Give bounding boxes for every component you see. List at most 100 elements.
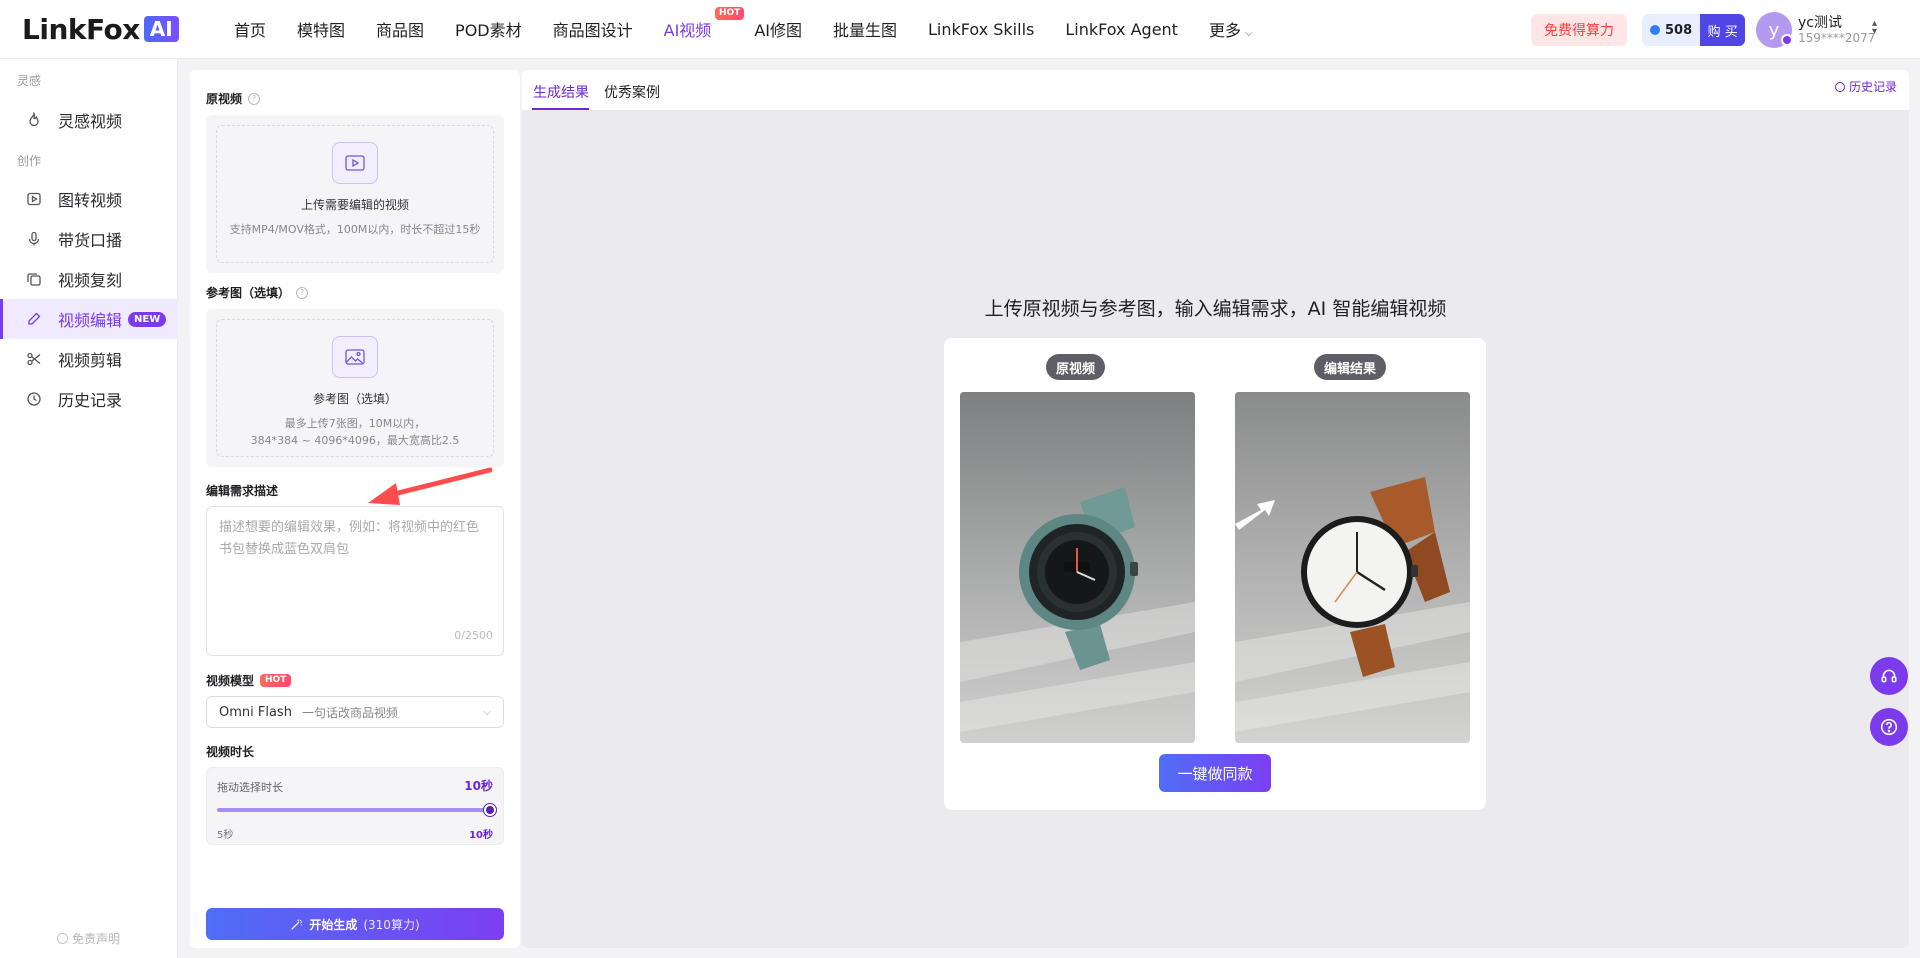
credit-widget: 508 购 买	[1642, 14, 1746, 46]
nav-batch[interactable]: 批量生图	[833, 17, 897, 41]
history-link[interactable]: 历史记录	[1834, 78, 1897, 95]
copy-icon	[25, 270, 43, 288]
make-same-button[interactable]: 一键做同款	[1159, 754, 1271, 792]
sidebar-item-video-edit[interactable]: 视频编辑 NEW	[0, 299, 178, 339]
upload-desc: 支持MP4/MOV格式，100M以内，时长不超过15秒	[229, 223, 481, 236]
nav-ai-video[interactable]: AI视频 HOT	[663, 7, 745, 41]
sidebar-group-create: 创作	[17, 154, 42, 168]
duration-value: 10秒	[464, 779, 493, 793]
clock-icon	[1834, 81, 1845, 92]
history-label: 历史记录	[1848, 80, 1897, 94]
textarea-placeholder: 描述想要的编辑效果，例如：将视频中的红色书包替换成蓝色双肩包	[219, 520, 480, 557]
nav-model-image[interactable]: 模特图	[297, 17, 345, 41]
user-menu-chevron-icon[interactable]: ▴ ▾	[1872, 19, 1877, 37]
duration-min: 5秒	[217, 830, 234, 841]
logo-ai-badge: AI	[143, 16, 179, 42]
sidebar-item-label: 视频剪辑	[58, 351, 123, 370]
char-count: 0/2500	[454, 629, 493, 642]
sidebar-group-inspiration: 灵感	[17, 74, 42, 88]
duration-slider-track[interactable]	[217, 808, 493, 812]
nav-more-label: 更多	[1208, 21, 1241, 40]
video-model-select[interactable]: Omni Flash 一句话改商品视频 ⌵	[206, 696, 504, 728]
buy-button[interactable]: 购 买	[1700, 14, 1746, 46]
upload-desc-line2: 384*384 ~ 4096*4096，最大宽高比2.5	[250, 434, 460, 447]
video-model-label: 视频模型 HOT	[206, 672, 292, 689]
before-image	[960, 392, 1195, 743]
sidebar-item-inspiration-video[interactable]: 灵感视频	[0, 100, 178, 140]
duration-hint: 拖动选择时长	[217, 781, 283, 794]
nav-pod[interactable]: POD素材	[455, 17, 522, 41]
support-button[interactable]	[1870, 657, 1908, 695]
nav-ai-video-label: AI视频	[663, 21, 712, 40]
free-credits-button[interactable]: 免费得算力	[1531, 14, 1627, 46]
nav-skills[interactable]: LinkFox Skills	[928, 20, 1034, 39]
sidebar-item-image-to-video[interactable]: 图转视频	[0, 179, 178, 219]
upload-title: 上传需要编辑的视频	[300, 198, 409, 212]
user-name[interactable]: yc测试	[1798, 12, 1842, 32]
question-icon	[1880, 718, 1898, 736]
chevron-down-icon: ⌵	[483, 706, 491, 718]
source-video-label: 原视频 ?	[206, 90, 261, 107]
help-button[interactable]	[1870, 708, 1908, 746]
logo[interactable]: LinkFox AI	[22, 12, 179, 46]
info-icon	[57, 933, 68, 944]
sidebar-item-live-selling[interactable]: 带货口播	[0, 219, 178, 259]
model-subtitle: 一句话改商品视频	[301, 705, 398, 720]
top-navbar: LinkFox AI 首页 模特图 商品图 POD素材 商品图设计 AI视频 H…	[0, 0, 1920, 59]
headset-icon	[1881, 669, 1897, 683]
sidebar-item-label: 视频复刻	[58, 271, 123, 290]
duration-max: 10秒	[469, 830, 493, 841]
video-upload-icon	[332, 142, 378, 184]
source-video-upload[interactable]: 上传需要编辑的视频 支持MP4/MOV格式，100M以内，时长不超过15秒	[206, 115, 504, 273]
clock-icon	[25, 390, 43, 408]
sidebar-item-label: 视频编辑	[58, 311, 123, 330]
new-badge: NEW	[128, 311, 167, 327]
edit-description-textarea[interactable]: 描述想要的编辑效果，例如：将视频中的红色书包替换成蓝色双肩包 0/2500	[206, 506, 504, 656]
nav-product-design[interactable]: 商品图设计	[553, 17, 633, 41]
generate-button[interactable]: 开始生成 (310算力)	[206, 908, 504, 940]
video-duration-label: 视频时长	[206, 745, 255, 759]
nav-home[interactable]: 首页	[234, 17, 266, 41]
active-tab-indicator	[532, 108, 589, 110]
reference-image-label-text: 参考图（选填）	[206, 286, 291, 300]
upload-dropzone[interactable]: 参考图（选填） 最多上传7张图，10M以内， 384*384 ~ 4096*40…	[216, 319, 494, 457]
main-nav: 首页 模特图 商品图 POD素材 商品图设计 AI视频 HOT AI修图 批量生…	[234, 0, 1284, 58]
sidebar-item-label: 历史记录	[58, 391, 123, 410]
nav-product-image[interactable]: 商品图	[376, 17, 424, 41]
sidebar-item-video-replicate[interactable]: 视频复刻	[0, 259, 178, 299]
upload-desc: 最多上传7张图，10M以内， 384*384 ~ 4096*4096，最大宽高比…	[225, 415, 485, 449]
image-upload-icon	[332, 336, 378, 378]
nav-ai-retouch[interactable]: AI修图	[754, 17, 802, 41]
upload-dropzone[interactable]: 上传需要编辑的视频 支持MP4/MOV格式，100M以内，时长不超过15秒	[216, 125, 494, 263]
user-phone: 159****2077	[1798, 31, 1876, 45]
sidebar-item-video-cut[interactable]: 视频剪辑	[0, 339, 178, 379]
upload-desc-line1: 最多上传7张图，10M以内，	[284, 417, 426, 430]
nav-more[interactable]: 更多 ⌵	[1209, 17, 1253, 41]
duration-slider-box: 拖动选择时长 10秒 5秒 10秒	[206, 767, 504, 845]
empty-state-headline: 上传原视频与参考图，输入编辑需求，AI 智能编辑视频	[984, 298, 1447, 320]
demo-card: 原视频 编辑结果 一键做同款	[944, 338, 1486, 810]
result-tabs: 生成结果 优秀案例 历史记录	[522, 70, 1909, 110]
credit-drop-icon	[1650, 25, 1660, 35]
help-icon[interactable]: ?	[248, 92, 261, 105]
disclaimer-label: 免责声明	[72, 932, 121, 946]
after-label: 编辑结果	[1314, 354, 1387, 380]
sidebar-item-label: 图转视频	[58, 191, 123, 210]
annotation-arrow-icon	[368, 467, 493, 505]
duration-slider-handle[interactable]	[484, 804, 496, 816]
help-icon[interactable]: ?	[296, 286, 309, 299]
tab-showcase[interactable]: 优秀案例	[604, 82, 660, 102]
nav-agent[interactable]: LinkFox Agent	[1065, 20, 1178, 39]
tab-results[interactable]: 生成结果	[533, 82, 589, 102]
edit-description-label: 编辑需求描述	[206, 484, 279, 498]
sidebar-item-history[interactable]: 历史记录	[0, 379, 178, 419]
hot-badge: HOT	[260, 674, 292, 687]
logo-text: LinkFox	[22, 12, 140, 46]
disclaimer-link[interactable]: 免责声明	[57, 930, 120, 947]
leather-watch-illustration	[1235, 392, 1470, 743]
credit-balance: 508	[1642, 14, 1701, 46]
result-area: 生成结果 优秀案例 历史记录 上传原视频与参考图，输入编辑需求，AI 智能编辑视…	[522, 70, 1909, 948]
video-model-label-text: 视频模型	[206, 674, 255, 688]
reference-image-upload[interactable]: 参考图（选填） 最多上传7张图，10M以内， 384*384 ~ 4096*40…	[206, 309, 504, 467]
sidebar: 灵感 灵感视频 创作 图转视频 带货口播 视频复刻 视频编辑 NEW 视频剪辑 …	[0, 59, 178, 958]
